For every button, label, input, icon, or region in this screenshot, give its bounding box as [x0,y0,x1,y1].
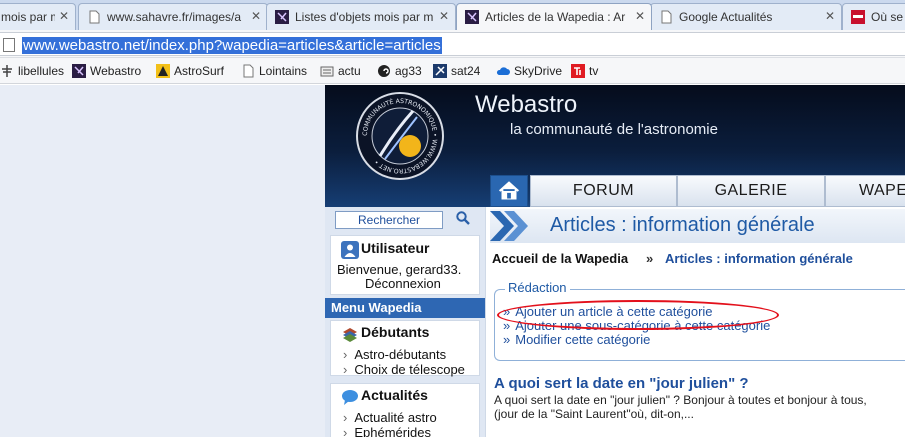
astrosurf-icon [156,64,170,78]
highlight-ellipse [497,300,779,330]
tab-title: Articles de la Wapedia : Ar [485,10,626,24]
bookmark-sat24[interactable]: sat24 [433,63,480,79]
spiral-icon [378,65,390,77]
satellite-icon [433,64,447,78]
tab-title: mois par m [1,10,55,24]
logout-link[interactable]: Déconnexion [365,276,441,291]
nav-forum[interactable]: FORUM [530,175,677,207]
home-icon [498,181,520,200]
breadcrumb-separator: » [646,251,654,266]
page-background [0,85,325,437]
search-icon[interactable] [455,210,471,226]
webastro-favicon-icon [72,64,86,78]
page-icon [3,38,15,52]
home-button[interactable] [490,175,528,207]
main-nav: FORUM GALERIE WAPE [490,173,905,207]
bookmark-webastro[interactable]: Webastro [72,63,141,79]
speech-bubble-icon [342,390,358,405]
webastro-favicon-icon [465,10,479,24]
page-icon [89,10,100,24]
chevron-arrows-icon [490,211,528,241]
tab-3[interactable]: Listes d'objets mois par m ✕ [266,3,456,30]
page-icon [243,64,254,78]
tab-6[interactable]: Où se t [842,3,905,30]
address-bar: www.webastro.net/index.php?wapedia=artic… [0,30,905,58]
tab-2[interactable]: www.sahavre.fr/images/a ✕ [78,3,268,30]
bookmark-skydrive[interactable]: SkyDrive [496,63,562,79]
bookmark-label: sat24 [451,64,481,78]
actualites-box: Actualités Actualité astro Ephémérides [330,383,480,437]
bookmark-actu[interactable]: actu [320,63,361,79]
tab-title: Où se t [871,10,905,24]
article-excerpt: (jour de la "Saint Laurent"où, dit-on,..… [494,407,694,421]
bookmark-label: libellules [18,64,65,78]
webastro-logo[interactable]: COMMUNAUTÉ ASTRONOMIQUE • WWW.WEBASTRO.N… [355,91,445,181]
breadcrumb-current[interactable]: Articles : information générale [665,251,853,266]
site-title[interactable]: Webastro [475,91,577,119]
close-icon[interactable]: ✕ [825,9,835,23]
bookmark-tv[interactable]: tv [571,63,598,79]
cloud-icon [496,67,510,75]
bookmark-label: SkyDrive [514,64,563,78]
tab-4-active[interactable]: Articles de la Wapedia : Ar ✕ [456,3,652,30]
actualites-title: Actualités [361,387,428,403]
bookmark-label: ag33 [395,64,422,78]
sidebar-item-ephemerides[interactable]: Ephémérides [343,425,431,437]
article-excerpt: A quoi sert la date en "jour julien" ? B… [494,393,867,407]
bookmark-label: Lointains [259,64,308,78]
url-text[interactable]: www.webastro.net/index.php?wapedia=artic… [22,37,442,54]
webastro-favicon-icon [275,10,289,24]
edit-category-link[interactable]: Modifier cette catégorie [503,332,650,347]
bookmark-label: AstroSurf [174,64,225,78]
user-box: Utilisateur Bienvenue, gerard33. Déconne… [330,235,480,295]
url-field[interactable]: www.webastro.net/index.php?wapedia=artic… [0,32,905,56]
bookmark-label: Webastro [90,64,142,78]
menu-wapedia-header: Menu Wapedia [325,298,485,318]
sidebar-item-astro-debutants[interactable]: Astro-débutants [343,347,446,362]
welcome-text: Bienvenue, gerard33. [337,262,462,277]
dragonfly-icon [2,65,12,77]
user-box-title: Utilisateur [361,240,430,256]
nav-galerie[interactable]: GALERIE [677,175,825,207]
page-viewport: COMMUNAUTÉ ASTRONOMIQUE • WWW.WEBASTRO.N… [0,85,905,437]
article-header: Articles : information générale [490,209,905,243]
bookmarks-bar: libellules Webastro AstroSurf Lointains … [0,58,905,84]
debutants-box: Débutants Astro-débutants Choix de téles… [330,320,480,377]
tab-5[interactable]: Google Actualités ✕ [650,3,842,30]
nav-wapedia[interactable]: WAPE [825,175,905,207]
redaction-fieldset: Rédaction Ajouter un article à cette cat… [494,280,905,361]
sidebar: Rechercher Utilisateur Bienvenue, gerard… [325,207,485,437]
user-icon [341,241,359,259]
sidebar-item-actualite-astro[interactable]: Actualité astro [343,410,436,425]
close-icon[interactable]: ✕ [439,9,449,23]
page-icon [661,10,672,24]
close-icon[interactable]: ✕ [59,9,69,23]
tab-title: Listes d'objets mois par m [295,10,434,24]
site-tagline: la communauté de l'astronomie [510,121,718,138]
bookmark-lointains[interactable]: Lointains [241,63,307,79]
bookmark-libellules[interactable]: libellules [0,63,64,79]
main-content: Articles : information générale Accueil … [485,207,905,437]
search-input[interactable]: Rechercher [335,211,443,229]
bookmark-astrosurf[interactable]: AstroSurf [156,63,224,79]
bookmark-ag33[interactable]: ag33 [377,63,422,79]
breadcrumb-home[interactable]: Accueil de la Wapedia [492,251,628,266]
bookmark-label: tv [589,64,599,78]
news-favicon-icon [851,10,865,24]
redaction-legend: Rédaction [505,280,570,295]
close-icon[interactable]: ✕ [251,9,261,23]
close-icon[interactable]: ✕ [635,9,645,23]
debutants-title: Débutants [361,324,430,340]
tab-title: Google Actualités [679,10,773,24]
bookmark-label: actu [338,64,361,78]
tab-title: www.sahavre.fr/images/a [107,10,242,24]
sidebar-item-choix-telescope[interactable]: Choix de télescope [343,362,465,377]
article-title-link[interactable]: A quoi sert la date en "jour julien" ? [494,375,749,392]
books-icon [343,328,357,342]
page-title: Articles : information générale [550,214,815,236]
tab-1[interactable]: mois par m ✕ [0,3,76,30]
newspaper-icon [320,66,334,77]
tv-icon [571,64,585,78]
tab-bar: mois par m ✕ www.sahavre.fr/images/a ✕ L… [0,0,905,30]
